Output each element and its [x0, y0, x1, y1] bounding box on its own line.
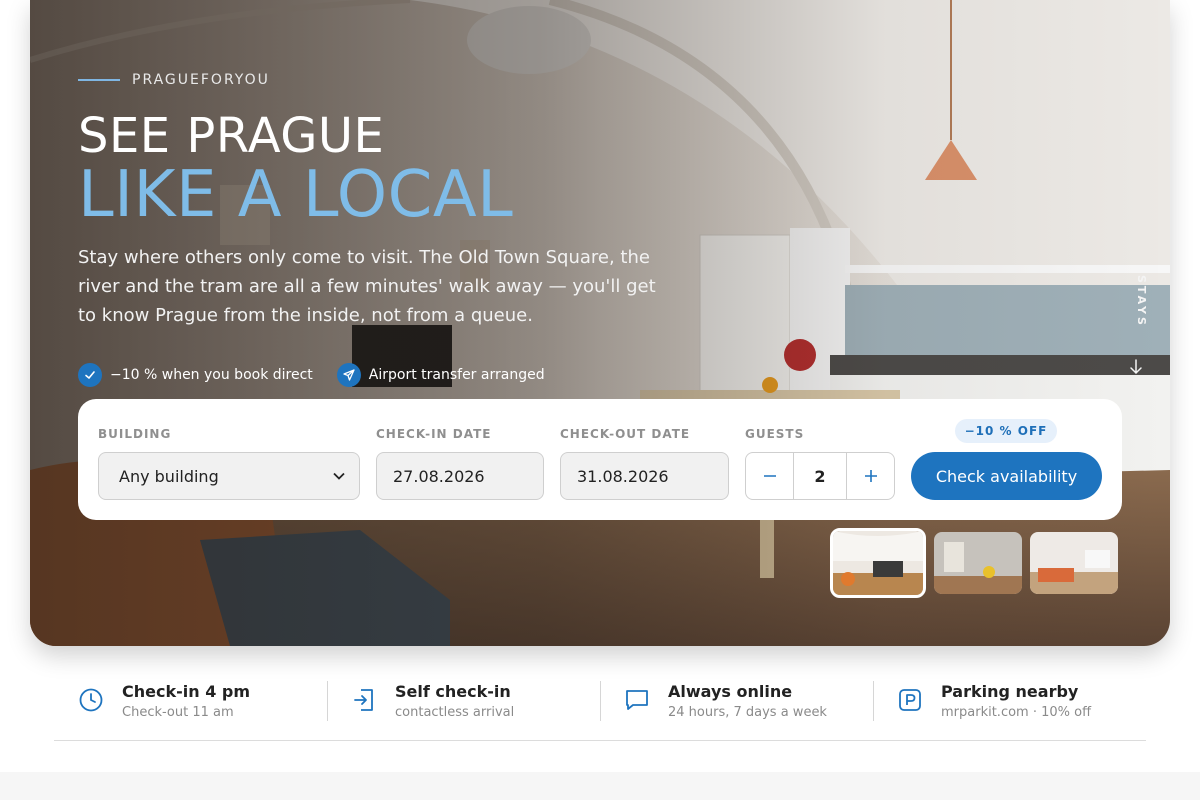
thumbnail-1[interactable]	[830, 528, 926, 598]
feature-title: Parking nearby	[941, 682, 1079, 701]
brand-eyebrow: PRAGUEFORYOU	[132, 72, 270, 88]
guests-label: GUESTS	[745, 427, 805, 441]
chevron-down-icon	[333, 472, 345, 480]
thumbnail-image	[833, 531, 923, 595]
clock-icon	[79, 688, 103, 712]
door-enter-icon	[354, 689, 373, 711]
paper-plane-icon	[336, 363, 361, 387]
eyebrow-line	[78, 79, 120, 81]
minus-icon	[763, 475, 776, 477]
divider	[54, 740, 1146, 741]
hero-lead: Stay where others only come to visit. Th…	[78, 247, 656, 326]
plus-icon	[864, 470, 877, 482]
checkout-label: CHECK-OUT DATE	[560, 427, 691, 441]
building-select-value: Any building	[119, 466, 219, 486]
feature-subtitle: contactless arrival	[395, 705, 515, 720]
check-availability-button[interactable]: Check availability	[911, 452, 1102, 500]
hero: PRAGUEFORYOU SEE PRAGUE LIKE A LOCAL Sta…	[30, 0, 1170, 646]
discount-badge: −10 % OFF	[955, 419, 1057, 443]
decrement-guests-button[interactable]	[746, 453, 793, 499]
feature-always-online: Always online 24 hours, 7 days a week	[600, 672, 873, 740]
headline-line-1: SEE PRAGUE	[78, 108, 385, 164]
building-label: BUILDING	[98, 427, 172, 441]
next-section-edge	[0, 772, 1200, 800]
feature-subtitle: mrparkit.com · 10% off	[941, 705, 1092, 720]
feature-parking: Parking nearby mrparkit.com · 10% off	[873, 672, 1146, 740]
headline-line-2: LIKE A LOCAL	[78, 158, 514, 232]
checkout-date-input[interactable]: 31.08.2026	[560, 452, 729, 500]
checkin-date-value: 27.08.2026	[393, 466, 485, 486]
photo-thumbnails	[830, 528, 1118, 598]
feature-checkin: Check-in 4 pm Check-out 11 am	[54, 672, 327, 740]
thumbnail-3[interactable]	[1030, 532, 1118, 594]
headline: SEE PRAGUE LIKE A LOCAL	[78, 108, 514, 232]
features-strip: Check-in 4 pm Check-out 11 am Self check…	[54, 672, 1146, 740]
page: PRAGUEFORYOU SEE PRAGUE LIKE A LOCAL Sta…	[0, 0, 1200, 800]
checkin-label: CHECK-IN DATE	[376, 427, 492, 441]
building-select[interactable]: Any building	[98, 452, 360, 500]
feature-self-checkin: Self check-in contactless arrival	[327, 672, 600, 740]
arrow-down-icon[interactable]	[1129, 358, 1143, 376]
perk-direct-discount: −10 % when you book direct	[78, 363, 313, 387]
perk-label: −10 % when you book direct	[110, 367, 313, 383]
checkout-date-value: 31.08.2026	[577, 466, 669, 486]
perks: −10 % when you book direct Airport trans…	[78, 363, 545, 387]
booking-form: BUILDING Any building CHECK-IN DATE 27.0…	[78, 399, 1122, 520]
side-scroll-label[interactable]: STAYS	[1135, 275, 1148, 328]
feature-title: Self check-in	[395, 682, 511, 701]
feature-subtitle: Check-out 11 am	[122, 705, 234, 720]
guests-value[interactable]: 2	[793, 453, 847, 499]
thumbnail-2[interactable]	[934, 532, 1022, 594]
feature-subtitle: 24 hours, 7 days a week	[668, 705, 827, 720]
thumbnail-image	[934, 532, 1022, 594]
increment-guests-button[interactable]	[847, 453, 894, 499]
guests-stepper: 2	[745, 452, 895, 500]
thumbnail-image	[1030, 532, 1118, 594]
perk-label: Airport transfer arranged	[368, 367, 545, 383]
feature-title: Always online	[668, 682, 793, 701]
check-icon	[78, 363, 102, 387]
chat-bubble-icon	[626, 690, 648, 710]
parking-icon	[899, 689, 921, 711]
eyebrow: PRAGUEFORYOU	[78, 72, 270, 88]
checkin-date-input[interactable]: 27.08.2026	[376, 452, 544, 500]
feature-title: Check-in 4 pm	[122, 682, 251, 701]
perk-airport-transfer: Airport transfer arranged	[336, 363, 545, 387]
